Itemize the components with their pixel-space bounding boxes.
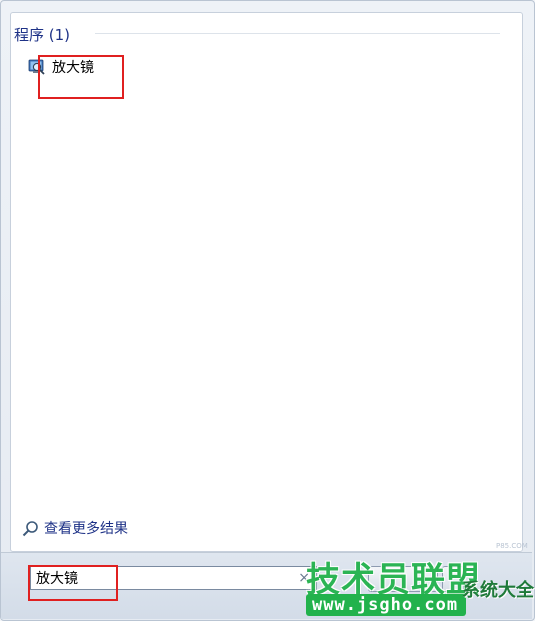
see-more-results-link[interactable]: 查看更多结果 bbox=[22, 518, 128, 538]
watermark-small-text: P85.COM bbox=[496, 542, 528, 550]
search-input[interactable] bbox=[36, 569, 286, 587]
results-pane bbox=[10, 12, 523, 552]
result-item-magnifier[interactable]: 放大镜 bbox=[28, 55, 116, 79]
section-divider bbox=[95, 33, 500, 34]
watermark-url: www.jsgho.com bbox=[312, 595, 459, 615]
search-icon bbox=[22, 520, 38, 536]
result-item-label: 放大镜 bbox=[52, 60, 94, 76]
start-menu-search-screen: 程序 (1) 放大镜 查看更多结果 × P85.COM 技术员联盟 www.js… bbox=[0, 0, 535, 621]
see-more-results-label: 查看更多结果 bbox=[44, 521, 128, 537]
magnifier-app-icon bbox=[28, 59, 45, 75]
results-section-header: 程序 (1) bbox=[14, 26, 71, 44]
watermark-side-text: 系统大全 bbox=[462, 580, 534, 601]
search-box[interactable]: × bbox=[30, 566, 317, 590]
